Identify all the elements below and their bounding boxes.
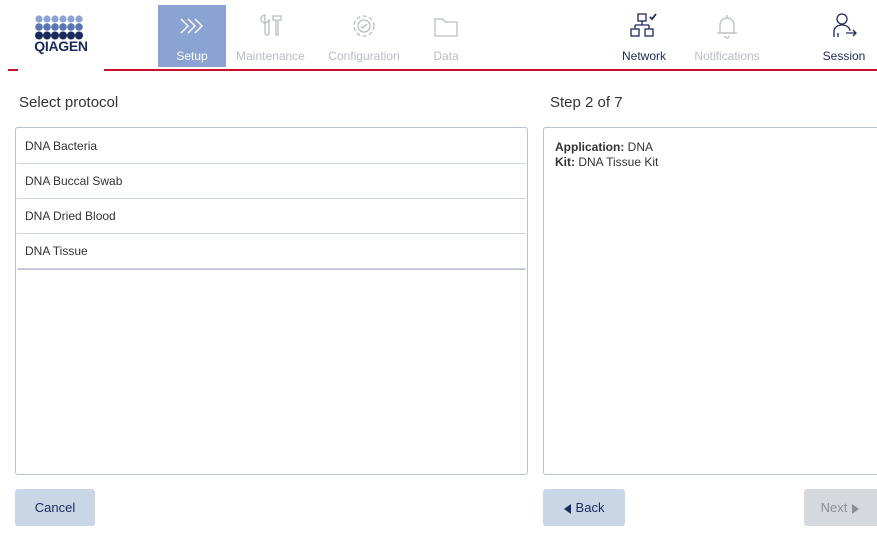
selection-summary: Application: DNA Kit: DNA Tissue Kit	[555, 140, 658, 170]
tab-data-label: Data	[433, 49, 459, 63]
network-label: Network	[621, 49, 666, 63]
user-logout-icon	[833, 13, 857, 37]
logo-text: QIAGEN	[34, 38, 88, 54]
selection-summary-panel: Application: DNA Kit: DNA Tissue Kit	[543, 127, 877, 475]
application-row: Application: DNA	[555, 140, 658, 155]
select-protocol-title: Select protocol	[19, 94, 119, 111]
triangle-left-icon	[563, 503, 571, 514]
tab-data[interactable]: Data	[414, 5, 478, 67]
protocol-item-dna-buccal-swab[interactable]: DNA Buccal Swab	[17, 164, 526, 199]
qiagen-logo: QIAGEN	[26, 14, 96, 70]
cancel-button[interactable]: Cancel	[15, 489, 95, 526]
session-button[interactable]: Session	[812, 5, 876, 67]
application-label: Application:	[555, 140, 625, 154]
chevrons-icon	[180, 18, 203, 34]
back-button-label: Back	[575, 500, 605, 515]
session-label: Session	[822, 49, 866, 63]
protocol-item-dna-dried-blood[interactable]: DNA Dried Blood	[17, 199, 526, 234]
network-status-button[interactable]: Network	[612, 5, 676, 67]
protocol-item-dna-bacteria[interactable]: DNA Bacteria	[17, 129, 526, 164]
step-indicator: Step 2 of 7	[550, 94, 623, 111]
network-connected-icon	[630, 13, 657, 37]
protocol-item-dna-tissue[interactable]: DNA Tissue	[17, 234, 526, 269]
protocol-list-panel: DNA Bacteria DNA Buccal Swab DNA Dried B…	[15, 127, 528, 475]
tools-icon	[259, 14, 282, 36]
tab-maintenance-label: Maintenance	[236, 49, 305, 63]
tab-configuration-label: Configuration	[328, 49, 400, 63]
next-button-label: Next	[820, 500, 848, 515]
top-navigation-bar: QIAGEN Setup Maintenance Configuration D…	[0, 0, 877, 72]
notifications-button[interactable]: Notifications	[682, 5, 772, 67]
tab-configuration[interactable]: Configuration	[318, 5, 410, 67]
kit-label: Kit:	[555, 155, 575, 169]
tab-setup[interactable]: Setup	[158, 5, 226, 67]
accent-line-left	[8, 69, 18, 71]
triangle-right-icon	[852, 503, 860, 514]
accent-line	[104, 69, 877, 71]
back-button[interactable]: Back	[543, 489, 625, 526]
bell-icon	[717, 15, 737, 39]
notifications-label: Notifications	[694, 49, 760, 63]
kit-value: DNA Tissue Kit	[578, 155, 659, 169]
next-button[interactable]: Next	[804, 489, 877, 526]
tab-setup-label: Setup	[176, 49, 208, 63]
application-value: DNA	[627, 140, 654, 154]
gear-icon	[353, 15, 375, 37]
kit-row: Kit: DNA Tissue Kit	[555, 155, 658, 170]
tab-maintenance[interactable]: Maintenance	[228, 5, 313, 67]
folder-icon	[434, 18, 458, 37]
